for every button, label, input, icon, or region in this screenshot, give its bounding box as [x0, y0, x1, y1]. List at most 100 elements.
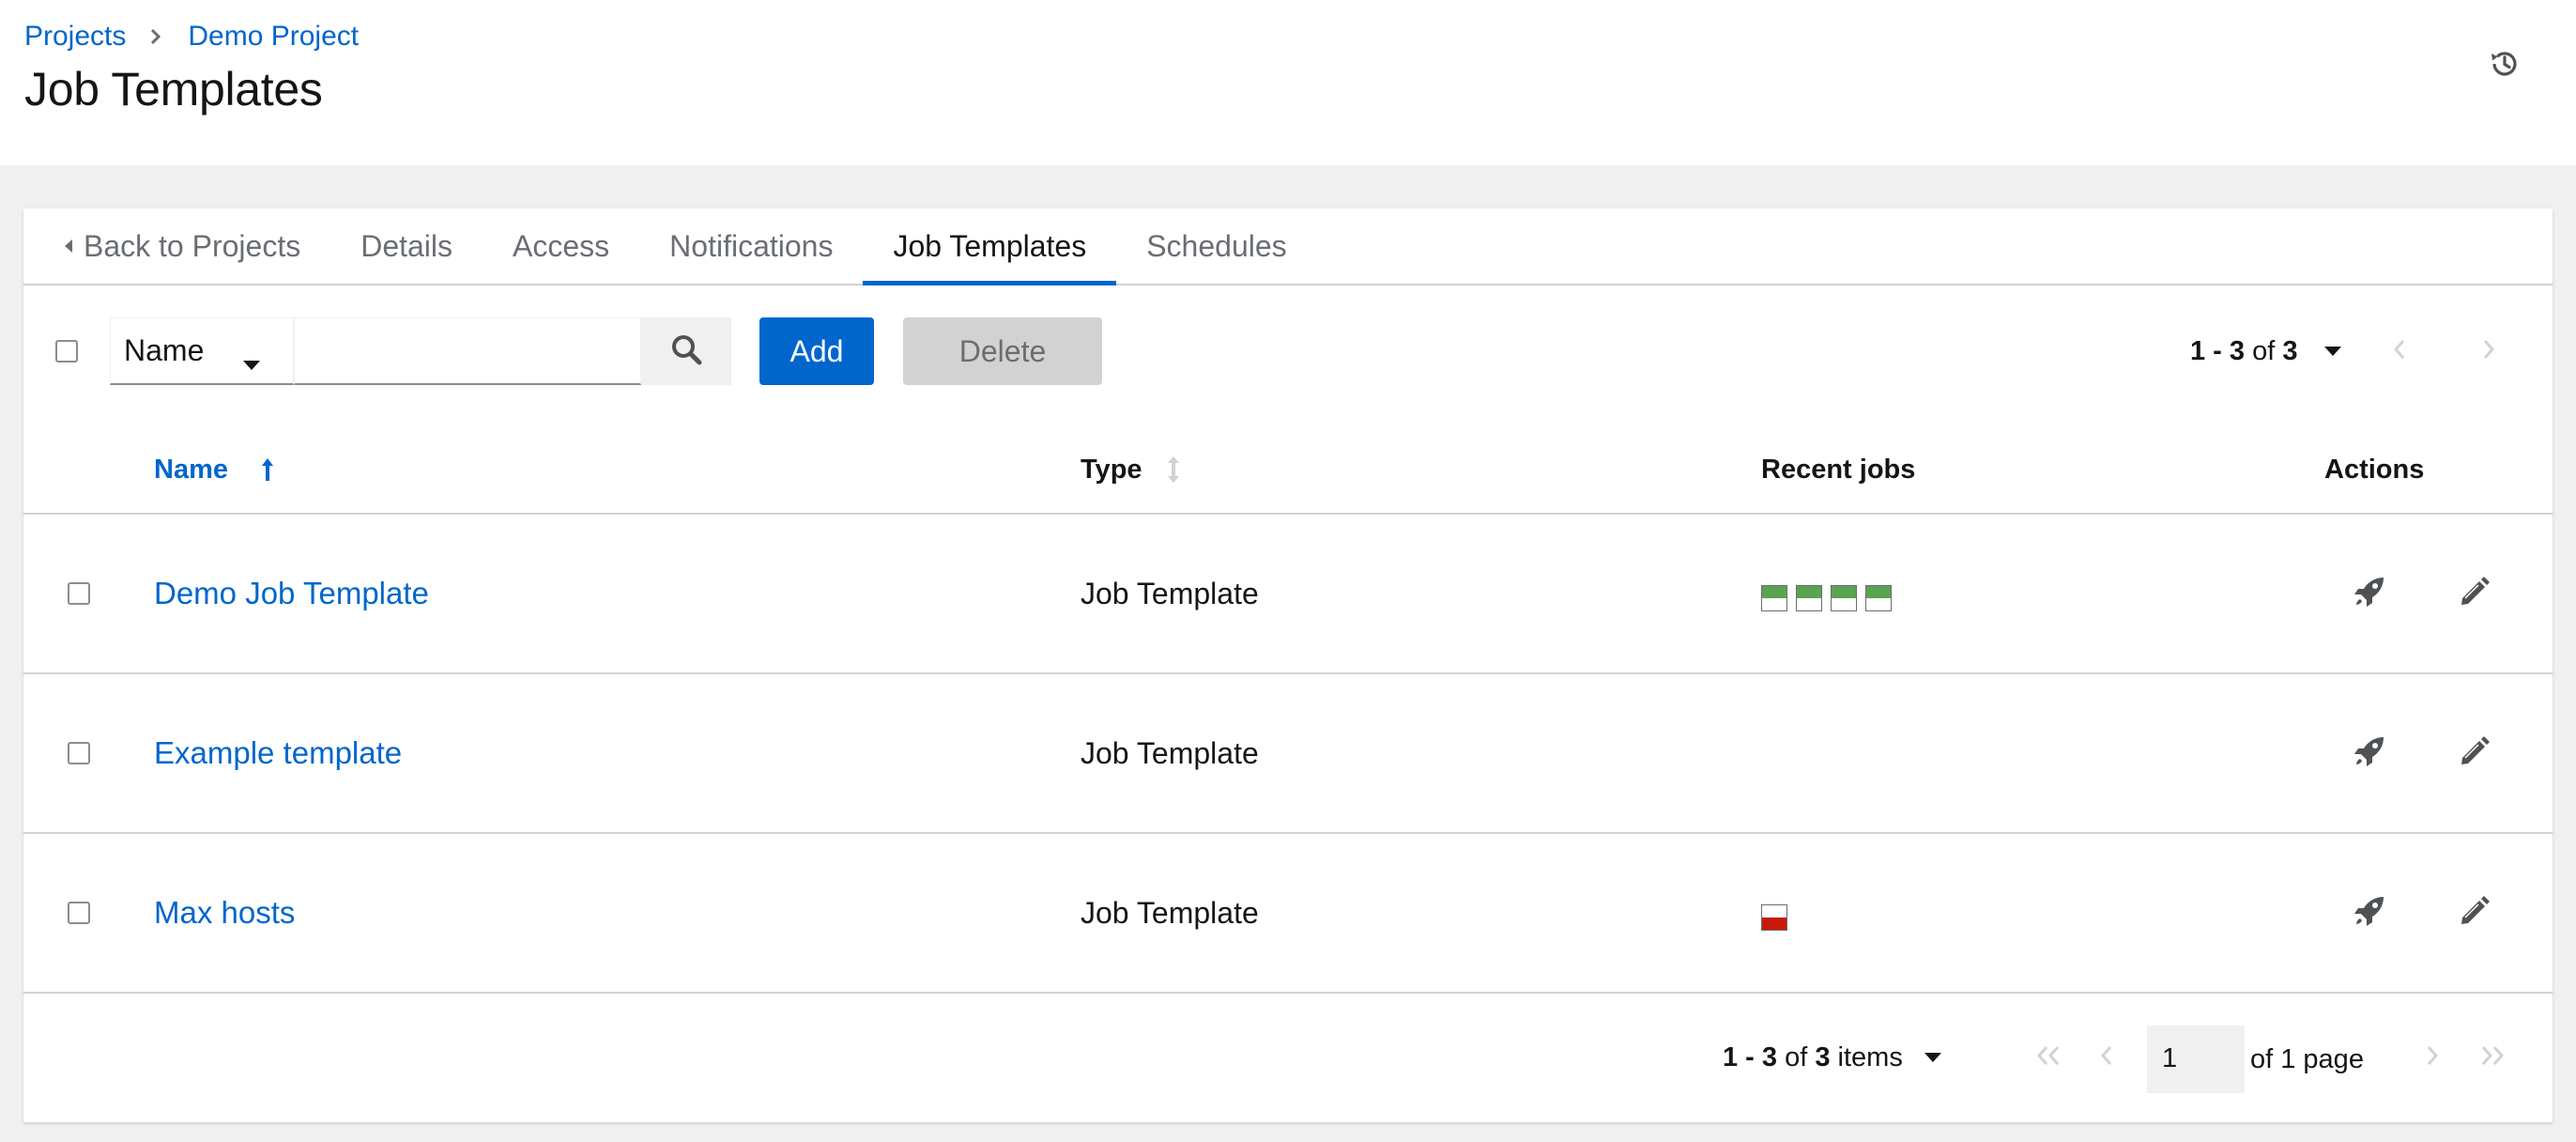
breadcrumb-projects[interactable]: Projects — [24, 21, 126, 53]
column-header-actions: Actions — [2324, 454, 2425, 485]
table-row: Example template Job Template — [23, 674, 2553, 834]
edit-button[interactable] — [2450, 569, 2499, 618]
pencil-icon — [2459, 735, 2491, 772]
caret-down-icon — [2323, 345, 2342, 358]
launch-button[interactable] — [2345, 569, 2394, 618]
column-header-name[interactable]: Name — [154, 424, 275, 515]
toolbar: Name Add Delete 1 - 3 of 3 — [23, 286, 2553, 424]
pencil-icon — [2459, 895, 2491, 932]
tab-bar: Back to Projects Details Access Notifica… — [23, 208, 2553, 286]
pencil-icon — [2459, 576, 2491, 612]
row-checkbox[interactable] — [68, 742, 90, 764]
chevron-right-icon — [2426, 1045, 2439, 1071]
rocket-icon — [2353, 894, 2386, 933]
double-chevron-left-icon — [2035, 1045, 2062, 1071]
filter-field-select[interactable]: Name — [110, 317, 294, 385]
pagination-items-label: items — [1837, 1042, 1903, 1073]
edit-button[interactable] — [2450, 729, 2499, 778]
template-name-link[interactable]: Example template — [154, 735, 402, 771]
caret-left-icon — [63, 238, 74, 255]
launch-button[interactable] — [2345, 888, 2394, 937]
page-title: Job Templates — [24, 63, 323, 116]
search-icon — [670, 333, 702, 370]
launch-button[interactable] — [2345, 729, 2394, 778]
history-button[interactable] — [2486, 47, 2523, 85]
tab-back-to-projects[interactable]: Back to Projects — [23, 208, 330, 284]
pagination-total: 3 — [2282, 335, 2298, 366]
page-header: Projects Demo Project Job Templates — [0, 0, 2576, 165]
pagination-toggle-bottom[interactable]: 1 - 3 of 3 items — [1723, 1031, 1942, 1084]
recent-jobs-cell — [1761, 515, 1892, 672]
pagination-bottom: 1 - 3 of 3 items of 1 page — [23, 994, 2553, 1121]
template-name-link[interactable]: Max hosts — [154, 895, 295, 931]
job-status-successful[interactable] — [1865, 585, 1892, 611]
double-chevron-right-icon — [2479, 1045, 2506, 1071]
page-number-input[interactable] — [2147, 1026, 2245, 1093]
row-checkbox[interactable] — [68, 582, 90, 605]
page-count-label: of 1 page — [2250, 1043, 2364, 1074]
filter-field-value: Name — [124, 333, 205, 367]
tab-notifications[interactable]: Notifications — [639, 208, 863, 284]
breadcrumb: Projects Demo Project — [24, 21, 359, 53]
pagination-toggle-top[interactable]: 1 - 3 of 3 — [2190, 325, 2342, 378]
delete-button[interactable]: Delete — [903, 317, 1102, 385]
search-input[interactable] — [294, 317, 641, 385]
next-page-button-top[interactable] — [2470, 332, 2507, 370]
add-button[interactable]: Add — [759, 317, 874, 385]
tab-details[interactable]: Details — [330, 208, 483, 284]
tab-label: Notifications — [669, 228, 834, 263]
name-cell: Example template — [154, 674, 402, 832]
pagination-range: 1 - 3 — [1723, 1042, 1778, 1073]
chevron-left-icon — [2100, 1045, 2113, 1071]
job-status-failed[interactable] — [1761, 904, 1787, 931]
search-button[interactable] — [641, 317, 731, 385]
tab-label: Job Templates — [893, 228, 1087, 263]
recent-jobs-cell — [1761, 834, 1787, 992]
tab-schedules[interactable]: Schedules — [1116, 208, 1316, 284]
rocket-icon — [2353, 575, 2386, 613]
job-sparkline — [1761, 904, 1787, 931]
job-status-successful[interactable] — [1831, 585, 1857, 611]
name-cell: Demo Job Template — [154, 515, 429, 672]
column-label: Name — [154, 454, 228, 485]
type-cell: Job Template — [1081, 895, 1259, 930]
next-page-button[interactable] — [2414, 1039, 2451, 1076]
job-status-successful[interactable] — [1796, 585, 1822, 611]
tab-label: Access — [513, 228, 610, 263]
pagination-total: 3 — [1815, 1042, 1831, 1073]
column-header-type[interactable]: Type — [1081, 424, 1180, 515]
caret-down-icon — [1924, 1051, 1942, 1064]
column-header-recent-jobs: Recent jobs — [1761, 454, 1916, 485]
job-sparkline — [1761, 585, 1892, 611]
row-checkbox[interactable] — [68, 902, 90, 924]
column-label: Type — [1081, 454, 1142, 485]
caret-down-icon — [242, 345, 261, 379]
first-page-button[interactable] — [2030, 1039, 2067, 1076]
edit-button[interactable] — [2450, 888, 2499, 937]
tab-access[interactable]: Access — [483, 208, 639, 284]
table-row: Demo Job Template Job Template — [23, 515, 2553, 674]
table-header: Name Type Recent jobs Actions — [23, 424, 2553, 515]
job-status-successful[interactable] — [1761, 585, 1787, 611]
type-cell: Job Template — [1081, 576, 1259, 610]
select-all-checkbox[interactable] — [55, 340, 78, 363]
chevron-right-icon — [2482, 339, 2495, 364]
table-row: Max hosts Job Template — [23, 834, 2553, 994]
breadcrumb-demo-project[interactable]: Demo Project — [188, 21, 359, 53]
rocket-icon — [2353, 734, 2386, 773]
prev-page-button[interactable] — [2088, 1039, 2125, 1076]
tab-job-templates[interactable]: Job Templates — [863, 208, 1116, 286]
pagination-of: of — [2252, 335, 2276, 366]
name-cell: Max hosts — [154, 834, 295, 992]
tab-label: Back to Projects — [84, 228, 301, 263]
tab-label: Details — [360, 228, 453, 263]
chevron-left-icon — [2393, 339, 2406, 364]
tab-label: Schedules — [1146, 228, 1287, 263]
sort-icon — [1167, 455, 1180, 484]
last-page-button[interactable] — [2474, 1039, 2511, 1076]
prev-page-button-top[interactable] — [2381, 332, 2418, 370]
chevron-right-icon — [150, 28, 161, 45]
sort-ascending-icon — [260, 456, 275, 483]
template-name-link[interactable]: Demo Job Template — [154, 576, 429, 611]
job-templates-card: Back to Projects Details Access Notifica… — [23, 208, 2553, 1122]
